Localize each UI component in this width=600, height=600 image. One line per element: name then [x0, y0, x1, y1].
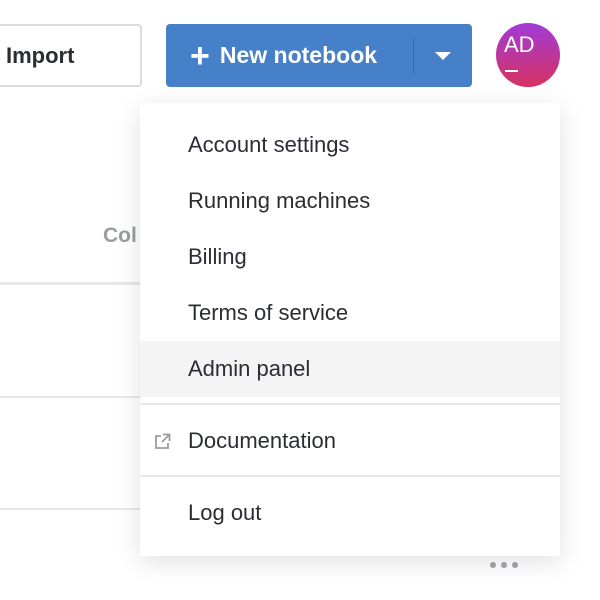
new-notebook-button[interactable]: + New notebook [166, 24, 413, 87]
menu-item-documentation[interactable]: Documentation [140, 413, 560, 469]
table-row-divider [0, 396, 140, 398]
menu-item-label: Documentation [188, 428, 336, 453]
caret-down-icon [435, 51, 451, 60]
menu-item-account-settings[interactable]: Account settings [140, 117, 560, 173]
menu-item-running-machines[interactable]: Running machines [140, 173, 560, 229]
menu-item-label: Account settings [188, 132, 350, 157]
avatar-underline [505, 70, 518, 72]
account-dropdown-menu: Account settings Running machines Billin… [140, 103, 560, 556]
new-notebook-dropdown-button[interactable] [414, 24, 472, 87]
plus-icon: + [190, 36, 210, 75]
menu-item-label: Running machines [188, 188, 371, 213]
menu-separator [140, 475, 560, 477]
import-button[interactable]: Import [0, 24, 142, 87]
menu-item-label: Terms of service [188, 300, 349, 325]
import-label: Import [6, 42, 75, 68]
external-link-icon [155, 433, 171, 449]
table-row-divider [0, 508, 140, 510]
more-options-icon[interactable] [490, 562, 518, 568]
menu-separator [140, 403, 560, 405]
menu-item-terms-of-service[interactable]: Terms of service [140, 285, 560, 341]
column-header[interactable]: Col [103, 224, 137, 248]
new-notebook-split-button: + New notebook [166, 24, 472, 87]
menu-item-label: Billing [188, 244, 247, 269]
new-notebook-label: New notebook [219, 42, 378, 68]
menu-item-billing[interactable]: Billing [140, 229, 560, 285]
menu-item-log-out[interactable]: Log out [140, 485, 560, 541]
menu-item-admin-panel[interactable]: Admin panel [140, 341, 560, 397]
table-header-divider [0, 282, 140, 285]
menu-item-label: Log out [188, 500, 262, 525]
avatar[interactable]: AD [496, 23, 560, 87]
avatar-initials: AD [504, 32, 535, 57]
menu-item-label: Admin panel [188, 356, 311, 381]
